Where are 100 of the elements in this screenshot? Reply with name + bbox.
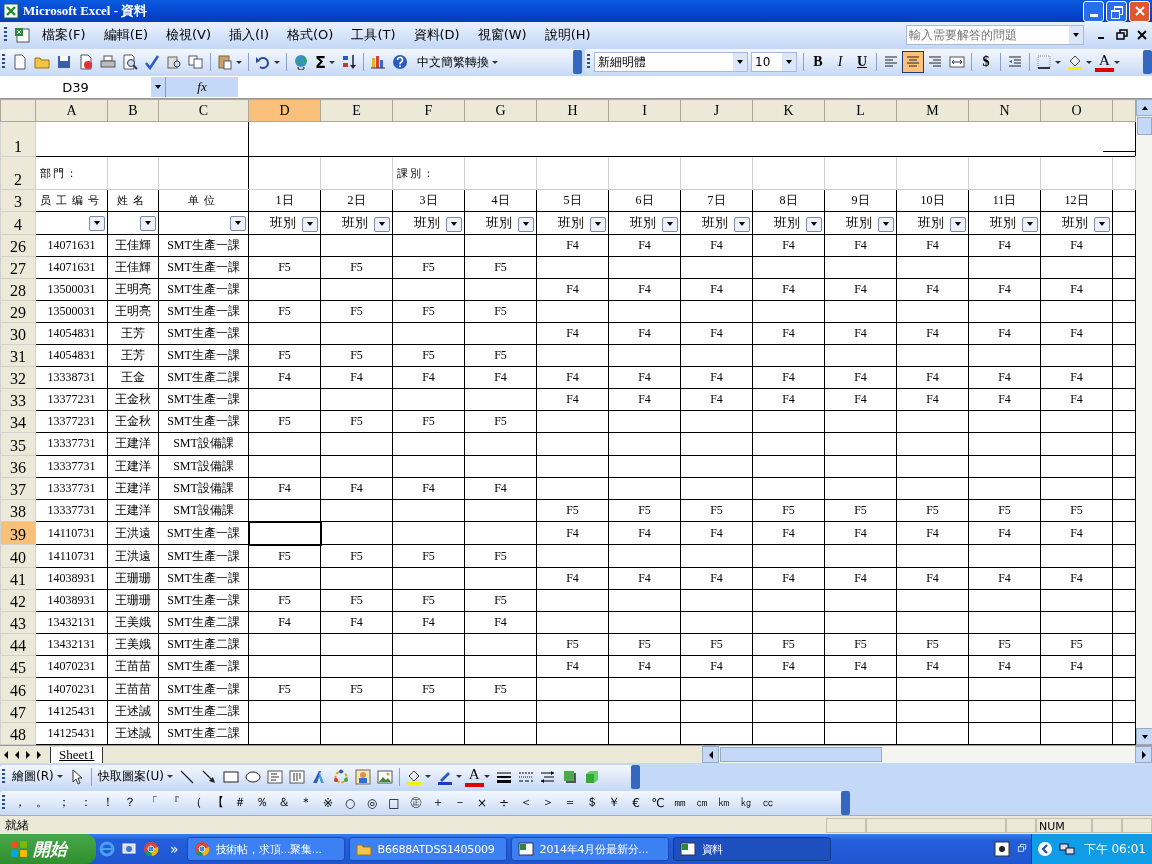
symbol-button[interactable]: ！ — [97, 791, 119, 814]
symbol-button[interactable]: 。 — [31, 791, 53, 814]
column-header[interactable]: J — [680, 99, 753, 122]
open-folder-icon[interactable] — [34, 54, 50, 70]
filter-dropdown-button[interactable] — [446, 216, 462, 232]
vertical-text-box-icon[interactable] — [288, 768, 305, 785]
column-header[interactable]: G — [464, 99, 537, 122]
row-header[interactable]: 35 — [0, 432, 36, 455]
desktop-icon[interactable] — [121, 841, 137, 857]
show-hidden-icon[interactable] — [1036, 841, 1053, 857]
row-header[interactable]: 41 — [0, 567, 36, 590]
caret-icon[interactable] — [236, 60, 242, 64]
caret-icon[interactable] — [328, 60, 335, 64]
symbol-button[interactable]: ， — [9, 791, 31, 814]
menu-item[interactable]: 視窗(W) — [468, 26, 536, 44]
caret-icon[interactable] — [491, 60, 498, 64]
symbol-button[interactable]: ㏄ — [757, 791, 779, 814]
symbol-button[interactable]: ＋ — [427, 791, 449, 814]
row-header[interactable]: 1 — [0, 121, 36, 157]
symbol-button[interactable]: ㎏ — [735, 791, 757, 814]
oval-icon[interactable] — [244, 768, 261, 785]
menu-item[interactable]: 編輯(E) — [94, 26, 157, 44]
symbol-button[interactable]: ％ — [251, 791, 273, 814]
column-header[interactable]: I — [608, 99, 681, 122]
column-header[interactable]: N — [968, 99, 1041, 122]
filter-dropdown-button[interactable] — [590, 216, 606, 232]
row-header[interactable]: 45 — [0, 655, 36, 678]
taskbar-button[interactable]: 2014年4月份最新分... — [510, 837, 669, 861]
italic-button[interactable]: I — [829, 51, 851, 73]
row-header[interactable]: 44 — [0, 633, 36, 656]
symbol-button[interactable]: 『 — [163, 791, 185, 814]
column-header[interactable]: D — [248, 99, 321, 122]
sheet-tab[interactable]: Sheet1 — [50, 746, 104, 763]
caret-icon[interactable] — [1086, 60, 1092, 64]
autoshapes-button[interactable]: 快取圖案(U) — [94, 765, 167, 788]
column-header[interactable]: F — [392, 99, 465, 122]
fill-bucket-icon[interactable] — [1067, 54, 1083, 70]
symbol-button[interactable]: 「 — [141, 791, 163, 814]
menu-item[interactable]: 檢視(V) — [157, 26, 221, 44]
new-file-icon[interactable] — [12, 54, 28, 70]
symbol-button[interactable]: ㎝ — [691, 791, 713, 814]
symbol-button[interactable]: □ — [383, 791, 405, 814]
symbol-button[interactable]: ； — [53, 791, 75, 814]
symbol-button[interactable]: ㊣ — [405, 791, 427, 814]
restore-icon[interactable] — [1116, 29, 1128, 41]
row-header[interactable]: 34 — [0, 410, 36, 433]
spelling-check-icon[interactable] — [144, 54, 160, 70]
row-header[interactable]: 3 — [0, 189, 36, 212]
caret-icon[interactable] — [274, 60, 280, 64]
arrow-style-icon[interactable] — [539, 768, 556, 785]
menu-item[interactable]: 格式(O) — [278, 26, 343, 44]
borders-icon[interactable] — [1036, 54, 1052, 70]
horizontal-scrollbar[interactable] — [702, 746, 1152, 763]
currency-button[interactable]: $ — [975, 51, 997, 73]
row-header[interactable]: 47 — [0, 700, 36, 723]
filter-dropdown-button[interactable] — [806, 216, 822, 232]
caret-icon[interactable] — [455, 775, 462, 778]
copy-icon[interactable] — [188, 54, 204, 70]
row-header[interactable]: 26 — [0, 234, 36, 257]
permission-icon[interactable] — [78, 54, 94, 70]
filter-dropdown-button[interactable] — [89, 215, 105, 231]
network-icon[interactable] — [1058, 841, 1075, 857]
symbol-button[interactable]: ㎜ — [669, 791, 691, 814]
symbol-button[interactable]: ◎ — [361, 791, 383, 814]
column-header[interactable]: H — [536, 99, 609, 122]
3d-icon[interactable] — [583, 768, 600, 785]
font-size-field[interactable]: 10 — [751, 52, 797, 72]
row-header[interactable]: 2 — [0, 156, 36, 190]
chinese-conversion-button[interactable]: 中文簡繁轉換 — [410, 51, 492, 73]
diagram-icon[interactable] — [332, 768, 349, 785]
caret-icon[interactable] — [483, 775, 490, 778]
symbol-button[interactable]: 【 — [207, 791, 229, 814]
undo-icon[interactable] — [255, 54, 271, 70]
filter-dropdown-button[interactable] — [878, 216, 894, 232]
symbol-button[interactable]: － — [449, 791, 471, 814]
filter-dropdown-button[interactable] — [140, 215, 156, 231]
symbol-button[interactable]: （ — [185, 791, 207, 814]
clip-art-icon[interactable] — [354, 768, 371, 785]
symbol-button[interactable]: ＜ — [515, 791, 537, 814]
filter-dropdown-button[interactable] — [374, 216, 390, 232]
row-header[interactable]: 37 — [0, 477, 36, 500]
filter-dropdown-button[interactable] — [230, 215, 246, 231]
draw-menu-button[interactable]: 繪圖(R) — [9, 765, 57, 788]
fill-bucket-icon[interactable] — [405, 768, 422, 785]
symbol-button[interactable]: ＊ — [295, 791, 317, 814]
symbol-button[interactable]: ＆ — [273, 791, 295, 814]
symbol-button[interactable]: ÷ — [493, 791, 515, 814]
restore-button[interactable] — [1106, 0, 1127, 22]
insert-function-button[interactable]: fx — [166, 77, 238, 97]
caret-icon[interactable] — [1113, 60, 1120, 64]
symbol-button[interactable]: × — [471, 791, 493, 814]
sort-icon[interactable] — [340, 54, 357, 70]
symbol-button[interactable]: ＞ — [537, 791, 559, 814]
research-icon[interactable] — [166, 54, 182, 70]
font-color-button[interactable]: A — [1095, 52, 1114, 72]
symbol-button[interactable]: € — [625, 791, 647, 814]
menu-item[interactable]: 檔案(F) — [33, 26, 95, 44]
caret-icon[interactable] — [166, 775, 173, 778]
filter-dropdown-button[interactable] — [662, 216, 678, 232]
chart-icon[interactable] — [369, 54, 386, 70]
